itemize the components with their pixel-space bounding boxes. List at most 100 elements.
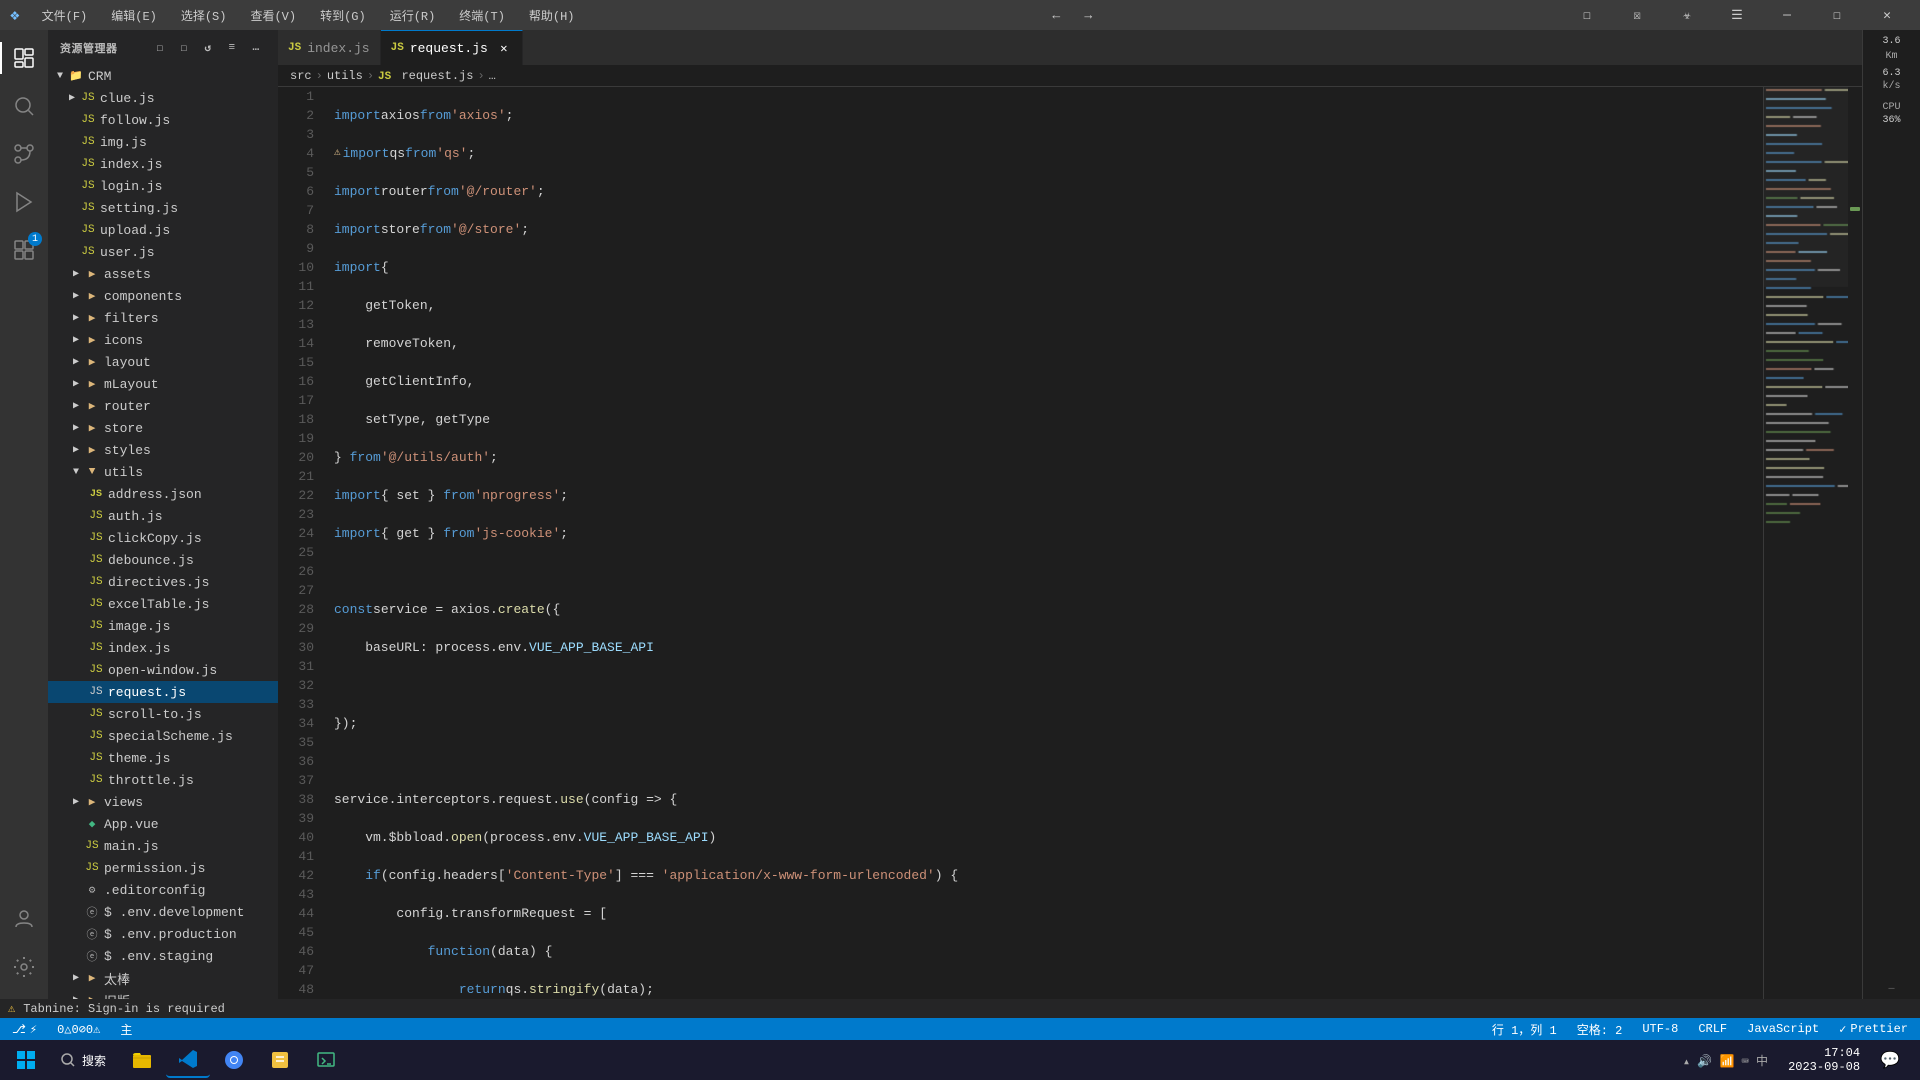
maximize-button[interactable]: ☐ <box>1814 0 1860 30</box>
taskbar-chrome[interactable] <box>212 1042 256 1078</box>
taskbar-clock[interactable]: 17:04 2023-09-08 <box>1788 1046 1860 1074</box>
status-language[interactable]: JavaScript <box>1743 1022 1823 1036</box>
activity-account[interactable] <box>0 895 48 943</box>
status-lineending[interactable]: CRLF <box>1694 1022 1731 1036</box>
tab-requestjs[interactable]: JS request.js ✕ <box>381 30 523 65</box>
tree-item-address[interactable]: ▶ JS address.json <box>48 483 278 505</box>
layout-toggle-button[interactable]: ☐ <box>1564 0 1610 30</box>
tree-item-setting[interactable]: ▶ JS setting.js <box>48 197 278 219</box>
tree-item-views[interactable]: ▶ ▶ views <box>48 791 278 813</box>
menu-edit[interactable]: 编辑(E) <box>105 5 163 26</box>
breadcrumb-file[interactable]: JS request.js <box>378 69 473 83</box>
tree-item-index-utils[interactable]: ▶ JS index.js <box>48 637 278 659</box>
menu-goto[interactable]: 转到(G) <box>314 5 372 26</box>
tab-indexjs[interactable]: JS index.js <box>278 30 381 65</box>
tree-item-exceltable[interactable]: ▶ JS excelTable.js <box>48 593 278 615</box>
tree-root-crm[interactable]: ▼ 📁 CRM <box>48 65 278 87</box>
tree-item-auth[interactable]: ▶ JS auth.js <box>48 505 278 527</box>
status-errors[interactable]: 0△0⊘0⚠ <box>53 1022 104 1037</box>
tree-item-jiuban[interactable]: ▶ ▶ 旧版 <box>48 989 278 999</box>
tree-item-clickcopy[interactable]: ▶ JS clickCopy.js <box>48 527 278 549</box>
tree-item-scrollto[interactable]: ▶ JS scroll-to.js <box>48 703 278 725</box>
tree-item-envstaging[interactable]: ▶ ⓔ $ .env.staging <box>48 945 278 967</box>
tree-item-login[interactable]: ▶ JS login.js <box>48 175 278 197</box>
tree-item-image[interactable]: ▶ JS image.js <box>48 615 278 637</box>
taskbar-notifications[interactable]: 💬 <box>1868 1042 1912 1078</box>
tree-item-router[interactable]: ▶ ▶ router <box>48 395 278 417</box>
tabnine-message[interactable]: Tabnine: Sign-in is required <box>23 1002 225 1016</box>
tree-item-specialscheme[interactable]: ▶ JS specialScheme.js <box>48 725 278 747</box>
tree-item-store[interactable]: ▶ ▶ store <box>48 417 278 439</box>
tree-item-taibangjin[interactable]: ▶ ▶ 太棒 <box>48 967 278 989</box>
tree-item-mlayout[interactable]: ▶ ▶ mLayout <box>48 373 278 395</box>
tree-item-directives[interactable]: ▶ JS directives.js <box>48 571 278 593</box>
tree-item-index-crm[interactable]: ▶ JS index.js <box>48 153 278 175</box>
tree-item-filters[interactable]: ▶ ▶ filters <box>48 307 278 329</box>
taskbar-tray[interactable]: ▴ 🔊 📶 ⌨ 中 <box>1671 1042 1780 1078</box>
menu-run[interactable]: 运行(R) <box>384 5 442 26</box>
activity-search[interactable] <box>0 82 48 130</box>
tree-item-openwindow[interactable]: ▶ JS open-window.js <box>48 659 278 681</box>
tree-item-request[interactable]: ▶ JS request.js <box>48 681 278 703</box>
tree-item-theme[interactable]: ▶ JS theme.js <box>48 747 278 769</box>
tree-item-follow[interactable]: ▶ JS follow.js <box>48 109 278 131</box>
new-folder-button[interactable]: ☐ <box>174 38 194 58</box>
status-linecol[interactable]: 行 1，列 1 <box>1488 1021 1561 1038</box>
tree-item-editorconfig[interactable]: ▶ ⚙ .editorconfig <box>48 879 278 901</box>
collapse-button[interactable]: ≡ <box>222 38 242 58</box>
tab-requestjs-close[interactable]: ✕ <box>496 40 512 56</box>
back-button[interactable]: ← <box>1044 3 1068 27</box>
activity-extensions[interactable]: 1 <box>0 226 48 274</box>
tree-item-utils[interactable]: ▼ ▼ utils <box>48 461 278 483</box>
forward-button[interactable]: → <box>1076 3 1100 27</box>
menu-file[interactable]: 文件(F) <box>36 5 94 26</box>
tree-item-clue[interactable]: ▶ JS clue.js <box>48 87 278 109</box>
status-encoding[interactable]: UTF-8 <box>1638 1022 1682 1036</box>
tree-item-components[interactable]: ▶ ▶ components <box>48 285 278 307</box>
close-button[interactable]: ✕ <box>1864 0 1910 30</box>
taskbar-explorer[interactable] <box>120 1042 164 1078</box>
status-main[interactable]: 主 <box>116 1021 136 1038</box>
layout-button4[interactable]: ☰ <box>1714 0 1760 30</box>
menu-view[interactable]: 查看(V) <box>244 5 302 26</box>
tree-item-assets[interactable]: ▶ ▶ assets <box>48 263 278 285</box>
tree-item-envprod[interactable]: ▶ ⓔ $ .env.production <box>48 923 278 945</box>
status-prettier[interactable]: ✓ Prettier <box>1835 1022 1912 1037</box>
activity-git[interactable] <box>0 130 48 178</box>
tree-item-upload[interactable]: ▶ JS upload.js <box>48 219 278 241</box>
taskbar-search[interactable]: 搜索 <box>48 1042 118 1078</box>
status-branch[interactable]: ⎇ ⚡ <box>8 1022 41 1037</box>
menu-terminal[interactable]: 终端(T) <box>453 5 511 26</box>
status-spaces[interactable]: 空格: 2 <box>1573 1021 1627 1038</box>
more-button[interactable]: … <box>246 38 266 58</box>
breadcrumb-src[interactable]: src <box>290 69 312 83</box>
minimize-button[interactable]: ─ <box>1764 0 1810 30</box>
tree-item-styles[interactable]: ▶ ▶ styles <box>48 439 278 461</box>
taskbar-vscode[interactable] <box>166 1042 210 1078</box>
taskbar-terminal[interactable] <box>304 1042 348 1078</box>
tree-item-debounce[interactable]: ▶ JS debounce.js <box>48 549 278 571</box>
tree-item-appvue[interactable]: ▶ ◆ App.vue <box>48 813 278 835</box>
menu-select[interactable]: 选择(S) <box>175 5 233 26</box>
breadcrumb-utils[interactable]: utils <box>327 69 363 83</box>
tree-item-envdev[interactable]: ▶ ⓔ $ .env.development <box>48 901 278 923</box>
tree-item-layout[interactable]: ▶ ▶ layout <box>48 351 278 373</box>
activity-settings[interactable] <box>0 943 48 991</box>
start-button[interactable] <box>8 1042 44 1078</box>
menu-help[interactable]: 帮助(H) <box>523 5 581 26</box>
activity-debug[interactable] <box>0 178 48 226</box>
code-editor[interactable]: 12345 678910 1112131415 1617181920 21222… <box>278 87 1763 999</box>
taskbar-files[interactable] <box>258 1042 302 1078</box>
tree-item-user[interactable]: ▶ JS user.js <box>48 241 278 263</box>
layout-button2[interactable]: ☒ <box>1614 0 1660 30</box>
new-file-button[interactable]: ☐ <box>150 38 170 58</box>
code-content[interactable]: import axios from 'axios'; ⚠import qs fr… <box>326 87 1763 999</box>
tree-item-permissionjs[interactable]: ▶ JS permission.js <box>48 857 278 879</box>
tree-item-icons[interactable]: ▶ ▶ icons <box>48 329 278 351</box>
layout-button3[interactable]: ☣ <box>1664 0 1710 30</box>
tree-item-img[interactable]: ▶ JS img.js <box>48 131 278 153</box>
tree-item-mainjs[interactable]: ▶ JS main.js <box>48 835 278 857</box>
tree-item-throttle[interactable]: ▶ JS throttle.js <box>48 769 278 791</box>
activity-explorer[interactable] <box>0 34 48 82</box>
refresh-button[interactable]: ↺ <box>198 38 218 58</box>
